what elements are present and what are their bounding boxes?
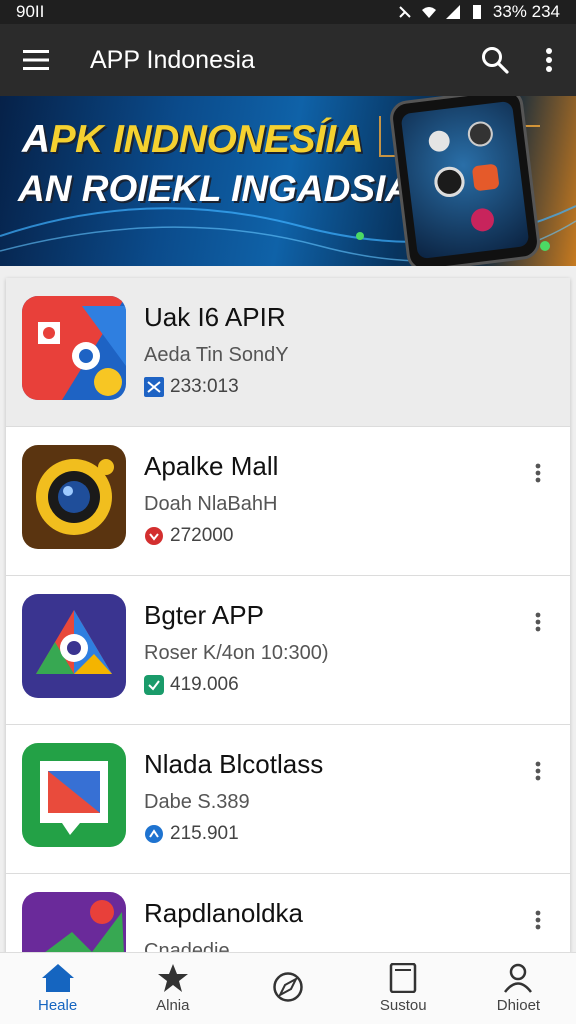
- triangle-app-icon: [22, 594, 126, 698]
- list-item[interactable]: Nlada Blcotlass Dabe S.389 215.901: [6, 725, 570, 874]
- pin-map-app-icon: [22, 892, 126, 954]
- item-more-button[interactable]: [520, 604, 556, 640]
- app-icon: [22, 594, 126, 698]
- menu-button[interactable]: [0, 24, 72, 96]
- status-battery-text: 33% 234: [492, 2, 560, 21]
- search-icon: [482, 47, 509, 74]
- more-vert-icon: [535, 761, 541, 781]
- app-meta: 215.901: [144, 823, 239, 845]
- nav-explore[interactable]: [230, 953, 345, 1024]
- nfc-icon: [399, 6, 411, 18]
- app-list: Uak I6 APIR Aeda Tin SondY 233:013 Apalk…: [6, 278, 570, 954]
- banner-subheadline: AN ROIEKL INGADSIA: [18, 168, 413, 209]
- status-icons: 33% 234: [397, 2, 560, 22]
- download-badge-icon: [144, 377, 164, 397]
- app-title: APP Indonesia: [90, 45, 255, 74]
- banner-headline: APK INDNONESÍIA: [22, 118, 364, 161]
- hamburger-icon: [23, 50, 49, 70]
- home-icon: [41, 964, 74, 992]
- app-developer: Roser K/4on 10:300): [144, 642, 329, 664]
- battery-icon: [472, 5, 481, 19]
- app-meta: 233:013: [144, 376, 239, 398]
- more-vert-icon: [535, 612, 541, 632]
- app-name: Rapdlanoldka: [144, 898, 304, 928]
- app-name: Uak I6 APIR: [144, 302, 286, 332]
- item-more-button[interactable]: [520, 455, 556, 491]
- app-bar: APP Indonesia: [0, 24, 576, 96]
- compass-icon: [273, 971, 303, 1002]
- list-item[interactable]: Apalke Mall Doah NlaBahH 272000: [6, 427, 570, 576]
- nav-profile[interactable]: Dhioet: [461, 953, 576, 1024]
- more-vert-icon: [535, 463, 541, 483]
- app-icon: [22, 296, 126, 400]
- more-vert-icon: [546, 48, 552, 72]
- item-more-button[interactable]: [520, 902, 556, 938]
- item-more-button[interactable]: [520, 753, 556, 789]
- camera-lens-app-icon: [22, 445, 126, 549]
- phone-illustration: [388, 96, 542, 266]
- list-item[interactable]: Rapdlanoldka Cnadedie: [6, 874, 570, 954]
- status-bar: 90II 33% 234: [0, 0, 576, 24]
- app-name: Nlada Blcotlass: [144, 749, 324, 779]
- tablet-icon: [389, 963, 417, 993]
- app-icon: [22, 445, 126, 549]
- app-icon: [22, 743, 126, 847]
- nav-home[interactable]: Heale: [0, 953, 115, 1024]
- download-badge-icon: [145, 825, 163, 843]
- signal-icon: [445, 5, 460, 19]
- download-badge-icon: [145, 527, 163, 545]
- app-developer: Dabe S.389: [144, 791, 250, 813]
- download-badge-icon: [144, 675, 164, 695]
- bottom-navigation: Heale Alnia Sustou Dhioet: [0, 952, 576, 1024]
- list-item[interactable]: Bgter APP Roser K/4on 10:300) 419.006: [6, 576, 570, 725]
- list-item[interactable]: Uak I6 APIR Aeda Tin SondY 233:013: [6, 278, 570, 427]
- app-meta: 272000: [144, 525, 233, 547]
- overflow-menu-button[interactable]: [522, 24, 576, 96]
- app-developer: Doah NlaBahH: [144, 493, 278, 515]
- app-name: Bgter APP: [144, 600, 264, 630]
- person-icon: [504, 963, 533, 993]
- status-time: 90II: [16, 2, 45, 21]
- chat-slides-app-icon: [22, 743, 126, 847]
- star-icon: [157, 964, 188, 992]
- app-icon: [22, 892, 126, 954]
- nav-star[interactable]: Alnia: [115, 953, 230, 1024]
- map-pin-app-icon: [22, 296, 126, 400]
- app-developer: Aeda Tin SondY: [144, 344, 289, 366]
- more-vert-icon: [535, 910, 541, 930]
- search-button[interactable]: [468, 24, 522, 96]
- promo-banner[interactable]: APK INDNONESÍIA AN ROIEKL INGADSIA: [0, 96, 576, 266]
- app-name: Apalke Mall: [144, 451, 279, 481]
- wifi-icon: [421, 7, 436, 18]
- app-meta: 419.006: [144, 674, 239, 696]
- nav-tablet[interactable]: Sustou: [346, 953, 461, 1024]
- phone-app-icons-graphic: [428, 121, 499, 232]
